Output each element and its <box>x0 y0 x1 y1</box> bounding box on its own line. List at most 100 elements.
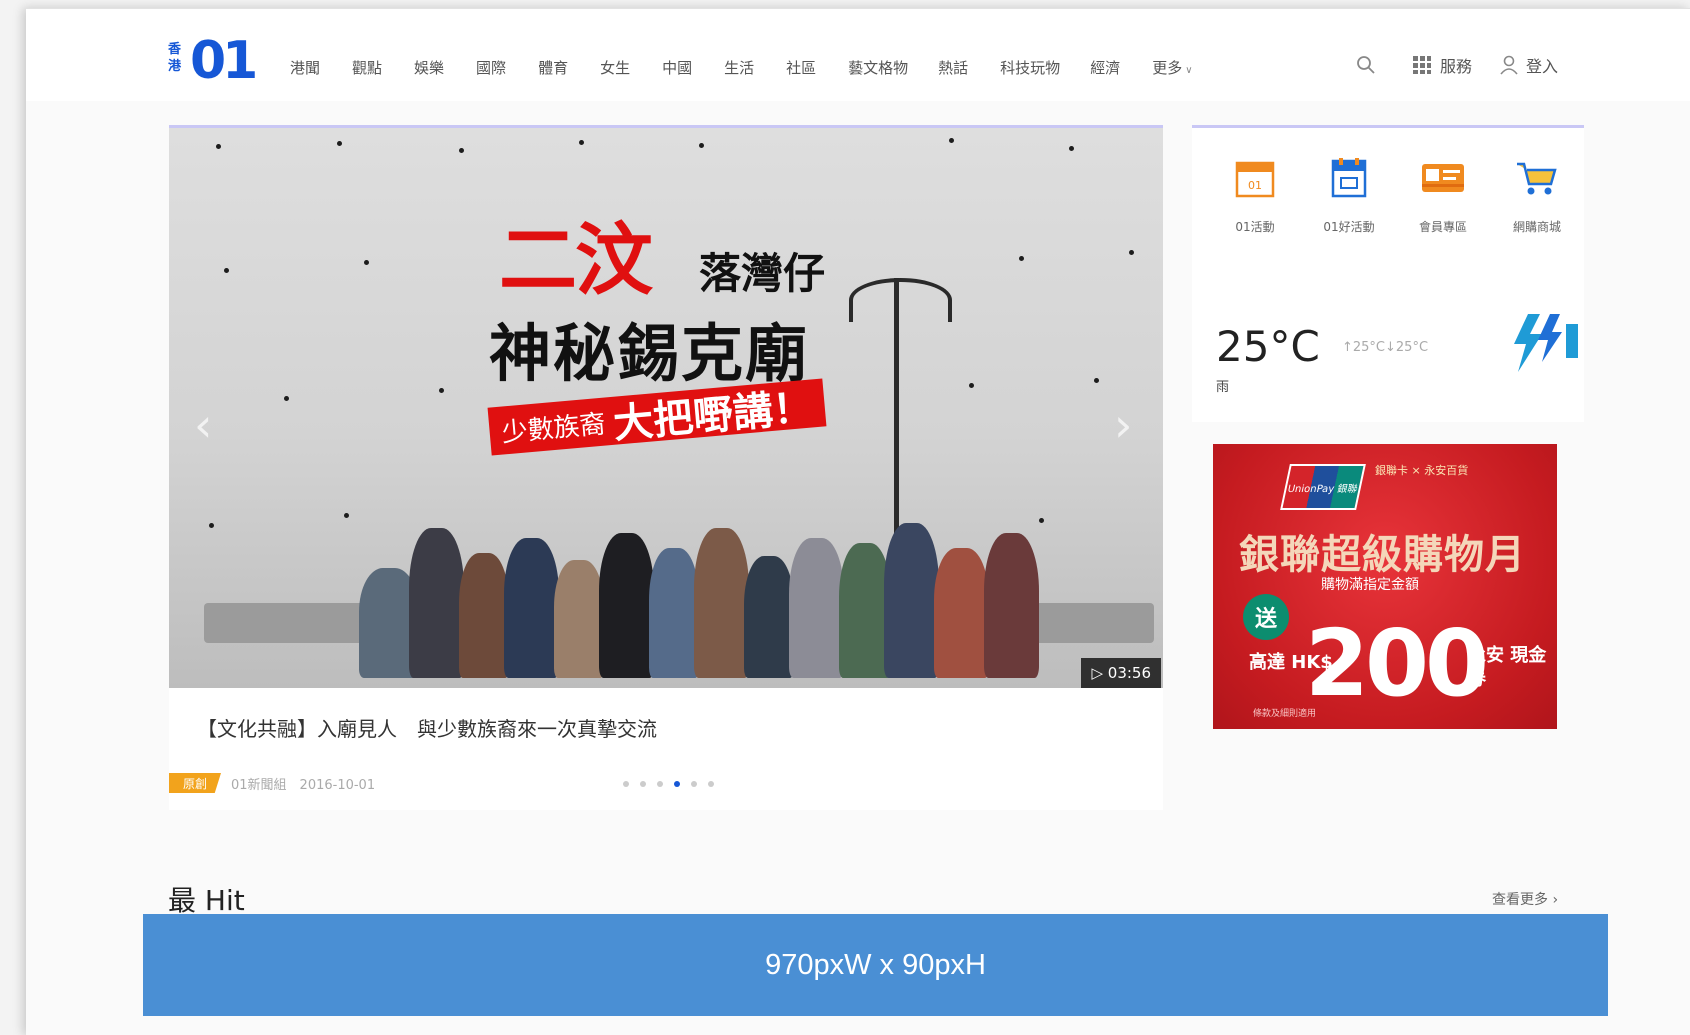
carousel-dot[interactable] <box>691 781 697 787</box>
person <box>984 533 1039 678</box>
temperature: 25°C <box>1216 322 1320 371</box>
hero-image[interactable]: 二汶 落灣仔 神秘錫克廟 少數族裔 大把嘢講！ ‹ › ▷ 03:56 <box>169 128 1163 688</box>
carousel-dot-active[interactable] <box>674 781 680 787</box>
thunderstorm-icon <box>1514 314 1578 372</box>
wall-dot <box>1094 378 1099 383</box>
login-label: 登入 <box>1526 57 1559 76</box>
wall-dot <box>1069 146 1074 151</box>
nav-item[interactable]: 體育 <box>538 57 568 78</box>
section-title: 最 Hit <box>168 884 245 917</box>
person <box>504 538 559 678</box>
wall-dot <box>699 143 704 148</box>
shortcut-01-event[interactable]: 01好活動 <box>1302 158 1396 235</box>
nav-item[interactable]: 港聞 <box>290 57 320 78</box>
carousel-dot[interactable] <box>623 781 629 787</box>
shortcut-01-activity[interactable]: 01 01活動 <box>1208 158 1302 235</box>
carousel-next-arrow[interactable]: › <box>1114 398 1132 452</box>
wall-dot <box>284 396 289 401</box>
nav-item[interactable]: 國際 <box>476 57 506 78</box>
see-more-link[interactable]: 查看更多 › <box>1492 889 1558 909</box>
wall-dot <box>579 140 584 145</box>
unionpay-logo: UnionPay 銀聯 <box>1280 464 1366 510</box>
hero-meta: 原創 01新聞組 2016-10-01 <box>169 773 375 793</box>
person <box>459 553 509 678</box>
person <box>599 533 654 678</box>
wall-dot <box>364 260 369 265</box>
page: 香港 01 港聞 觀點 娛樂 國際 體育 女生 中國 生活 社區 藝文格物 熱話… <box>26 8 1690 1035</box>
ad-fine-print: 條款及細則適用 <box>1253 709 1317 719</box>
headline-red: 二汶 <box>499 216 653 306</box>
chevron-down-icon: ∨ <box>1185 65 1193 76</box>
ad-header: 銀聯卡 × 永安百貨 <box>1375 464 1469 477</box>
hero-title[interactable]: 【文化共融】入廟見人 與少數族裔來一次真摯交流 <box>197 713 657 742</box>
shortcut-label: 01好活動 <box>1323 220 1375 234</box>
search-icon <box>1357 56 1375 74</box>
wall-dot <box>1129 250 1134 255</box>
nav-item[interactable]: 生活 <box>724 57 754 78</box>
nav-item[interactable]: 藝文格物 <box>848 57 908 78</box>
ad-gift-badge: 送 <box>1243 594 1289 640</box>
category-badge: 原創 <box>169 773 221 793</box>
grid-icon <box>1413 56 1431 74</box>
logo-mark: 01 <box>190 31 258 91</box>
site-logo[interactable]: 香港 01 <box>168 31 278 93</box>
wall-dot <box>224 268 229 273</box>
svg-text:01: 01 <box>1248 179 1262 192</box>
wall-dot <box>1019 256 1024 261</box>
carousel-prev-arrow[interactable]: ‹ <box>194 398 212 452</box>
nav-item[interactable]: 經濟 <box>1090 57 1120 78</box>
nav-item[interactable]: 娛樂 <box>414 57 444 78</box>
person <box>884 523 939 678</box>
person <box>934 548 989 678</box>
shortcut-label: 網購商城 <box>1512 220 1561 234</box>
header-tools: 服務 登入 <box>1356 53 1586 77</box>
person <box>649 548 699 678</box>
nav-item[interactable]: 觀點 <box>352 57 382 78</box>
services-button[interactable]: 服務 <box>1412 53 1472 77</box>
hero-carousel: 二汶 落灣仔 神秘錫克廟 少數族裔 大把嘢講！ ‹ › ▷ 03:56 【文化共… <box>169 125 1163 810</box>
temperature-range: ↑25°C↓25°C <box>1342 340 1429 355</box>
services-widget: 01 01活動 01好活動 會員專區 網購商城 25°C ↑25°C↓25°C … <box>1192 125 1584 422</box>
nav-item[interactable]: 社區 <box>786 57 816 78</box>
shortcut-label: 01活動 <box>1235 220 1275 234</box>
lamp-post-top <box>849 278 952 322</box>
carousel-dot[interactable] <box>640 781 646 787</box>
ad-title: 銀聯超級購物月 <box>1239 532 1526 578</box>
ad-amount: 200 <box>1305 610 1489 717</box>
carousel-dot[interactable] <box>708 781 714 787</box>
nav-item[interactable]: 中國 <box>662 57 692 78</box>
nav-item[interactable]: 科技玩物 <box>1000 57 1060 78</box>
ad-placeholder-banner[interactable]: 970pxW x 90pxH <box>143 914 1608 1016</box>
wall-dot <box>949 138 954 143</box>
shopping-cart-icon <box>1517 162 1557 195</box>
wall-dot <box>459 148 464 153</box>
carousel-dot[interactable] <box>657 781 663 787</box>
person <box>409 528 464 678</box>
shortcut-label: 會員專區 <box>1418 220 1467 234</box>
headline-small: 落灣仔 <box>699 249 826 298</box>
nav-item[interactable]: 女生 <box>600 57 630 78</box>
calendar-icon: 01 <box>1235 161 1275 198</box>
ad-banner-unionpay[interactable]: UnionPay 銀聯 銀聯卡 × 永安百貨 銀聯超級購物月 購物滿指定金額 送… <box>1213 444 1557 729</box>
band-small: 少數族裔 <box>500 409 607 449</box>
ad-subtitle: 購物滿指定金額 <box>1321 577 1419 593</box>
logo-small-text: 香港 <box>168 42 182 74</box>
event-calendar-icon <box>1331 158 1367 198</box>
member-card-icon <box>1422 164 1464 192</box>
main-nav: 港聞 觀點 娛樂 國際 體育 女生 中國 生活 社區 藝文格物 熱話 科技玩物 … <box>290 57 1225 78</box>
nav-item[interactable]: 熱話 <box>938 57 968 78</box>
wall-dot <box>216 144 221 149</box>
nav-more-label: 更多 <box>1152 59 1183 77</box>
shortcut-member[interactable]: 會員專區 <box>1396 158 1490 235</box>
search-button[interactable] <box>1356 55 1384 75</box>
nav-more[interactable]: 更多 ∨ <box>1152 57 1192 78</box>
wall-dot <box>344 513 349 518</box>
person <box>554 560 604 678</box>
crowd <box>359 508 1059 678</box>
hero-meta-text: 01新聞組 2016-10-01 <box>231 777 376 793</box>
shortcut-shop[interactable]: 網購商城 <box>1490 158 1584 235</box>
services-label: 服務 <box>1440 57 1473 76</box>
wall-dot <box>969 383 974 388</box>
login-button[interactable]: 登入 <box>1500 53 1558 77</box>
ad-voucher: 永安 現金券 <box>1468 645 1547 690</box>
